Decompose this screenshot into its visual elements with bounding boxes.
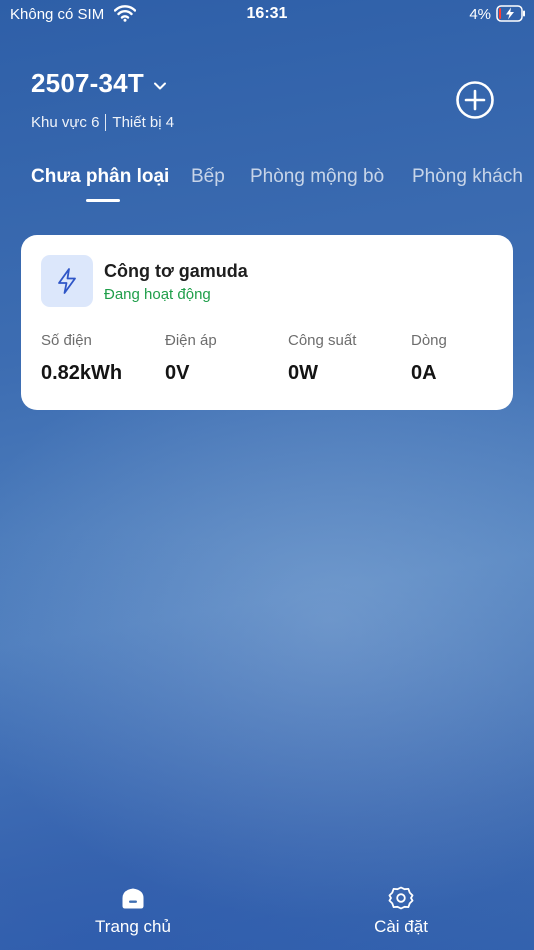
metric-current: Dòng 0A — [411, 332, 447, 385]
chevron-down-icon — [153, 82, 166, 89]
clock: 16:31 — [246, 5, 288, 22]
area-label: Khu vực 6 — [31, 114, 100, 131]
subtitle-divider — [105, 114, 107, 131]
metric-label: Công suất — [288, 332, 357, 349]
metric-value: 0V — [165, 362, 190, 384]
bottom-nav: Trang chủ Cài đặt — [0, 880, 534, 950]
home-icon — [122, 888, 144, 909]
metric-value: 0W — [288, 362, 318, 384]
status-bar: Không có SIM 16:31 4% — [0, 0, 534, 30]
metric-label: Số điện — [41, 332, 92, 349]
home-title: 2507-34T — [31, 68, 144, 98]
add-button[interactable] — [455, 80, 495, 120]
active-tab-indicator — [86, 199, 120, 202]
home-subtitle: Khu vực 6 Thiết bị 4 — [31, 114, 174, 131]
gear-icon — [388, 886, 414, 910]
battery-percent: 4% — [469, 6, 491, 23]
metric-voltage: Điện áp 0V — [165, 332, 217, 385]
nav-home[interactable]: Trang chủ — [63, 880, 203, 937]
nav-home-label: Trang chủ — [95, 917, 171, 936]
tab-phong-mong-bo[interactable]: Phòng mộng bò — [250, 166, 384, 188]
metric-value: 0A — [411, 362, 437, 384]
metric-value: 0.82kWh — [41, 362, 123, 384]
room-tabs: Chưa phân loại Bếp Phòng mộng bò Phòng k… — [31, 166, 534, 206]
tab-chua-phan-loai[interactable]: Chưa phân loại — [31, 166, 169, 188]
metric-label: Dòng — [411, 332, 447, 349]
device-card[interactable]: Công tơ gamuda Đang hoạt động Số điện 0.… — [21, 235, 513, 410]
device-icon-tile — [41, 255, 93, 307]
nav-settings-label: Cài đặt — [374, 917, 428, 936]
metric-label: Điện áp — [165, 332, 217, 349]
nav-settings[interactable]: Cài đặt — [331, 880, 471, 937]
metric-energy: Số điện 0.82kWh — [41, 332, 122, 385]
metric-power: Công suất 0W — [288, 332, 356, 385]
tab-bep[interactable]: Bếp — [191, 166, 225, 188]
device-name: Công tơ gamuda — [104, 261, 248, 281]
battery-charging-icon — [496, 5, 525, 22]
background — [0, 0, 534, 950]
tab-phong-khach[interactable]: Phòng khách — [412, 166, 523, 188]
home-selector[interactable]: 2507-34T — [31, 68, 168, 99]
device-count-label: Thiết bị 4 — [112, 114, 175, 131]
lightning-bolt-icon — [58, 268, 76, 294]
device-status: Đang hoạt động — [104, 286, 211, 303]
